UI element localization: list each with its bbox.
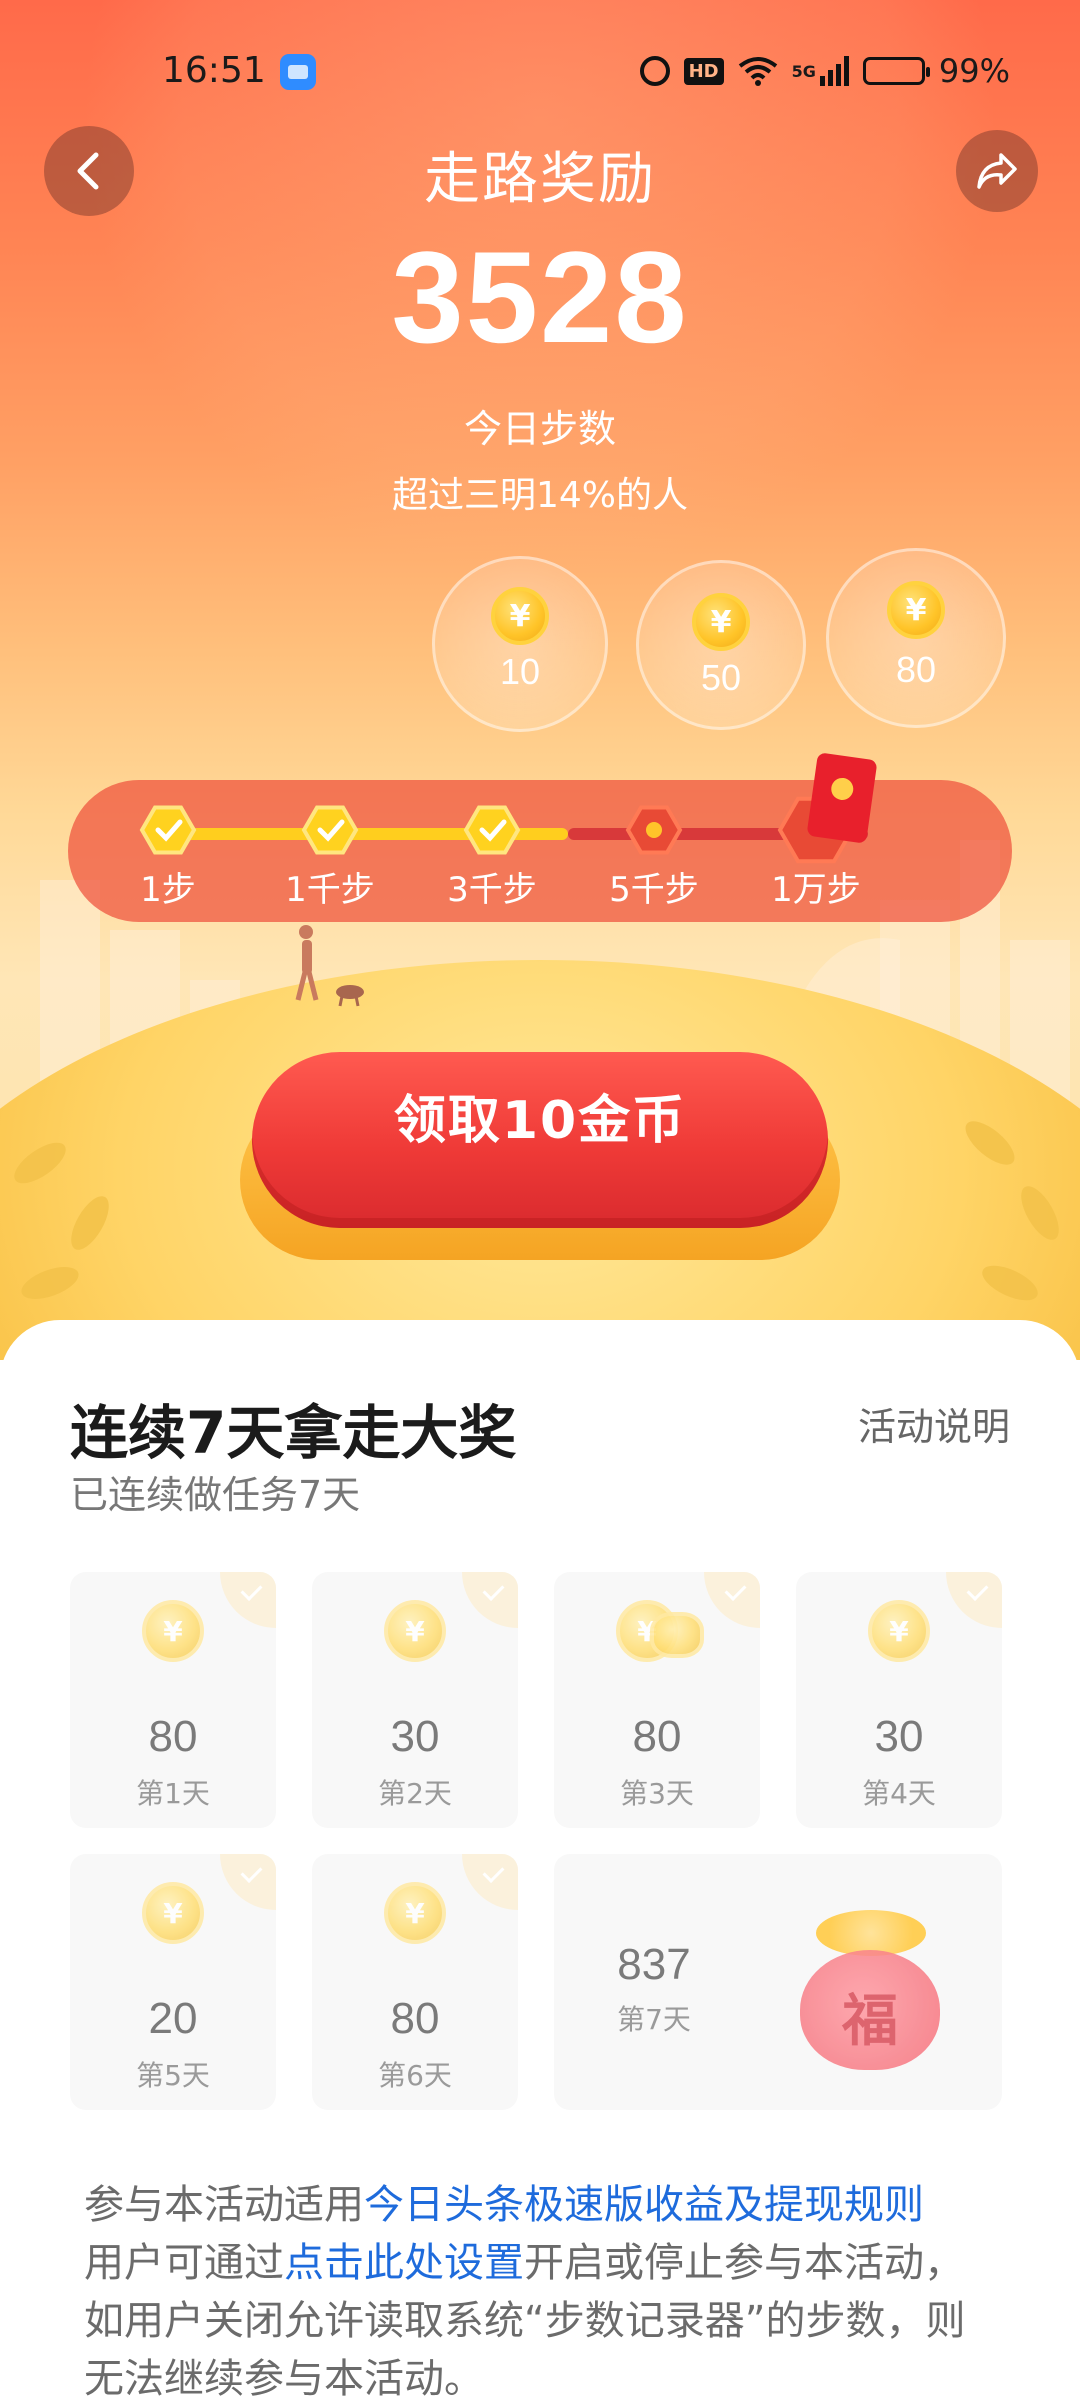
day-label: 第2天 — [378, 1777, 452, 1810]
day-card-4: ¥ 30 第4天 — [796, 1572, 1002, 1828]
battery-percent: 99% — [938, 52, 1010, 90]
coin-icon: ¥ — [887, 581, 945, 639]
app-notification-icon — [280, 54, 316, 90]
day-reward-value: 30 — [390, 1712, 440, 1761]
status-time: 16:51 — [162, 50, 266, 91]
day-label: 第3天 — [620, 1777, 694, 1810]
coin-bubble-50[interactable]: ¥ 50 — [636, 560, 806, 730]
day-label: 第6天 — [378, 2059, 452, 2092]
coin-icon: ¥ — [491, 587, 549, 645]
claim-coins-button[interactable]: 领取10金币 — [252, 1052, 828, 1228]
day-label: 第1天 — [136, 1777, 210, 1810]
claim-button-label: 领取10金币 — [393, 1091, 687, 1151]
day-card-2: ¥ 30 第2天 — [312, 1572, 518, 1828]
red-packet-icon[interactable] — [806, 752, 878, 844]
day-reward-value: 30 — [874, 1712, 924, 1761]
milestone-label: 1千步 — [285, 870, 375, 910]
lucky-bag-icon: 福 — [800, 1950, 940, 2070]
check-icon — [946, 1572, 1002, 1628]
notice-text: 用户可通过 — [84, 2240, 284, 2286]
check-icon — [220, 1572, 276, 1628]
network-type-label: 5G — [791, 61, 816, 81]
share-icon — [977, 153, 1017, 189]
status-icons: HD 5G 99% — [639, 52, 1010, 90]
coin-icon: ¥ — [868, 1600, 930, 1662]
milestone-label: 1步 — [140, 870, 196, 910]
settings-link[interactable]: 点击此处设置 — [284, 2240, 524, 2286]
day-reward-value: 80 — [632, 1712, 682, 1761]
page-title: 走路奖励 — [424, 147, 656, 212]
coin-icon: ¥ — [692, 593, 750, 651]
signal-icon — [819, 56, 849, 86]
milestone-label: 3千步 — [447, 870, 537, 910]
milestone-label: 1万步 — [771, 870, 861, 910]
day-label: 第7天 — [617, 2003, 691, 2036]
notice-text: 开启或停止参与本活动， — [524, 2240, 964, 2286]
check-icon — [704, 1572, 760, 1628]
day-card-3: ¥ 80 第3天 — [554, 1572, 760, 1828]
streak-subtitle: 已连续做任务7天 — [70, 1473, 361, 1517]
alarm-icon — [639, 56, 670, 86]
coin-icon: ¥ — [384, 1600, 446, 1662]
milestone-label: 5千步 — [609, 870, 699, 910]
check-icon — [462, 1854, 518, 1910]
coin-bubble-value: 10 — [499, 651, 541, 692]
coin-bubble-10[interactable]: ¥ 10 — [432, 556, 608, 732]
battery-icon — [862, 57, 930, 85]
activity-rules-link[interactable]: 活动说明 — [858, 1396, 1010, 1451]
step-count: 3528 — [391, 224, 689, 370]
coin-icon: ¥ — [142, 1600, 204, 1662]
bag-fu-char: 福 — [842, 1989, 898, 2054]
step-count-label: 今日步数 — [463, 407, 616, 451]
earnings-rules-link[interactable]: 今日头条极速版收益及提现规则 — [364, 2182, 924, 2228]
wifi-icon — [738, 57, 777, 86]
notice-line-3: 如用户关闭允许读取系统“步数记录器”的步数，则 — [84, 2298, 966, 2344]
coin-bubble-value: 50 — [700, 657, 742, 698]
coin-stack-icon — [650, 1612, 704, 1658]
status-bar: 16:51 HD 5G 99% — [0, 40, 1080, 100]
progress-track-done — [168, 828, 568, 840]
coin-bubble-value: 80 — [895, 649, 937, 690]
day-card-5: ¥ 20 第5天 — [70, 1854, 276, 2110]
coin-icon: ¥ — [384, 1882, 446, 1944]
day-reward-value: 80 — [148, 1712, 198, 1761]
coin-icon: ¥ — [142, 1882, 204, 1944]
streak-title: 连续7天拿走大奖 — [70, 1399, 517, 1467]
notice-line-1: 参与本活动适用今日头条极速版收益及提现规则 — [84, 2176, 1004, 2234]
notice-text: 参与本活动适用 — [84, 2182, 364, 2228]
day-reward-value: 80 — [390, 1994, 440, 2043]
walker-illustration — [295, 925, 364, 1007]
day-card-6: ¥ 80 第6天 — [312, 1854, 518, 2110]
day-card-1: ¥ 80 第1天 — [70, 1572, 276, 1828]
day-label: 第5天 — [136, 2059, 210, 2092]
notice-line-2: 用户可通过点击此处设置开启或停止参与本活动， — [84, 2234, 1004, 2292]
hd-icon: HD — [683, 57, 724, 85]
activity-notice: 参与本活动适用今日头条极速版收益及提现规则 用户可通过点击此处设置开启或停止参与… — [84, 2176, 1004, 2400]
share-button[interactable] — [956, 130, 1038, 212]
check-icon — [462, 1572, 518, 1628]
notice-line-4: 无法继续参与本活动。 — [84, 2356, 484, 2400]
day-label: 第4天 — [862, 1777, 936, 1810]
check-icon — [220, 1854, 276, 1910]
day-reward-value: 837 — [617, 1940, 691, 1989]
day-reward-value: 20 — [148, 1994, 198, 2043]
coin-bubble-80[interactable]: ¥ 80 — [826, 548, 1006, 728]
step-rank-text: 超过三明14%的人 — [391, 475, 689, 516]
